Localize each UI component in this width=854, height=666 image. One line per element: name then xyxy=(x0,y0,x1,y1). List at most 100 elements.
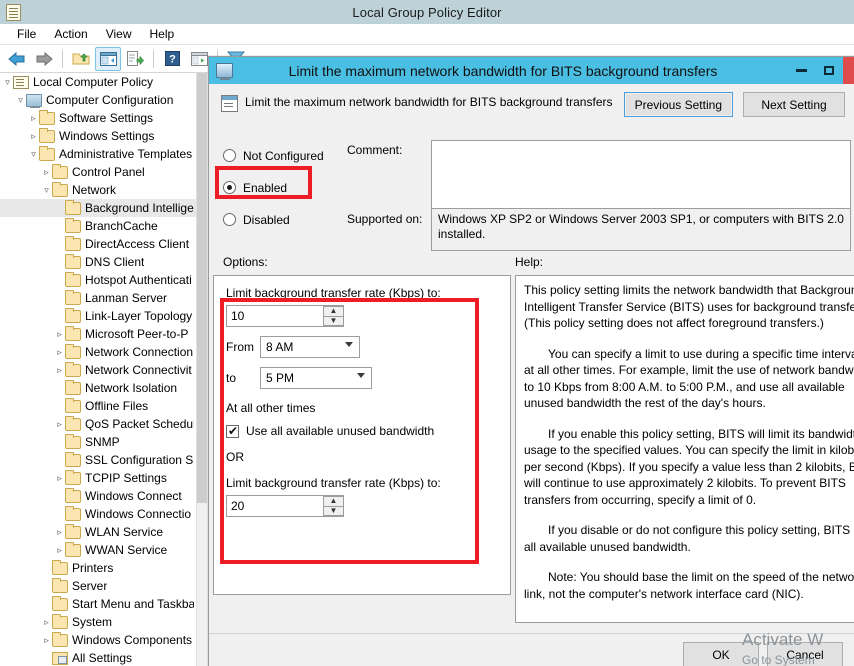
tree-node[interactable]: Network xyxy=(0,181,196,199)
tree-node[interactable]: WLAN Service xyxy=(0,523,196,541)
to-time-select[interactable]: 5 PM xyxy=(260,367,372,389)
tree-node[interactable]: Background Intelligen xyxy=(0,199,196,217)
tree-node[interactable]: Windows Connect xyxy=(0,487,196,505)
limit-rate-spinner-1-buttons[interactable]: ▲ ▼ xyxy=(323,306,343,326)
limit-rate-spinner-2[interactable]: ▲ ▼ xyxy=(226,495,344,517)
minimize-button[interactable] xyxy=(787,57,815,84)
allsettings-icon xyxy=(52,651,68,665)
expander-closed-icon[interactable] xyxy=(54,366,65,375)
next-setting-button[interactable]: Next Setting xyxy=(743,92,845,117)
tree-node[interactable]: Control Panel xyxy=(0,163,196,181)
tree-node[interactable]: SSL Configuration S xyxy=(0,451,196,469)
cancel-button[interactable]: Cancel xyxy=(767,642,843,666)
help-paragraph: This policy setting limits the network b… xyxy=(524,283,854,330)
expander-closed-icon[interactable] xyxy=(28,132,39,141)
expander-closed-icon[interactable] xyxy=(54,528,65,537)
tree-node[interactable]: Network Connection xyxy=(0,343,196,361)
expander-closed-icon[interactable] xyxy=(41,618,52,627)
tree-node-label: Network Isolation xyxy=(85,381,178,395)
expander-open-icon[interactable] xyxy=(28,150,39,159)
comment-input[interactable] xyxy=(431,140,851,210)
tree-node[interactable]: Network Isolation xyxy=(0,379,196,397)
spinner-down-icon[interactable]: ▼ xyxy=(323,505,343,516)
menu-bar: File Action View Help xyxy=(0,24,854,45)
policy-icon xyxy=(221,95,238,112)
expander-open-icon[interactable] xyxy=(2,78,13,87)
tree-node[interactable]: Network Connectivit xyxy=(0,361,196,379)
tree-node[interactable]: Software Settings xyxy=(0,109,196,127)
tree-node[interactable]: QoS Packet Schedul xyxy=(0,415,196,433)
tree-node-label: TCPIP Settings xyxy=(85,471,167,485)
ok-button[interactable]: OK xyxy=(683,642,759,666)
tree-node[interactable]: Hotspot Authenticati xyxy=(0,271,196,289)
tree-node[interactable]: TCPIP Settings xyxy=(0,469,196,487)
tree-node[interactable]: Lanman Server xyxy=(0,289,196,307)
tree-scrollbar-thumb[interactable] xyxy=(197,73,207,503)
spinner-down-icon[interactable]: ▼ xyxy=(323,315,343,326)
tree-node[interactable]: Administrative Templates xyxy=(0,145,196,163)
expander-closed-icon[interactable] xyxy=(28,114,39,123)
expander-open-icon[interactable] xyxy=(41,186,52,195)
tree-node[interactable]: BranchCache xyxy=(0,217,196,235)
tree-node-label: Local Computer Policy xyxy=(33,75,154,89)
expander-closed-icon[interactable] xyxy=(41,168,52,177)
limit-rate-spinner-2-buttons[interactable]: ▲ ▼ xyxy=(323,496,343,516)
tree-node[interactable]: All Settings xyxy=(0,649,196,666)
tree-node[interactable]: Offline Files xyxy=(0,397,196,415)
expander-open-icon[interactable] xyxy=(15,96,26,105)
forward-icon[interactable] xyxy=(31,47,57,71)
menu-view[interactable]: View xyxy=(97,25,141,43)
dialog-footer: OK Cancel xyxy=(209,633,854,666)
expander-closed-icon[interactable] xyxy=(54,546,65,555)
expander-closed-icon[interactable] xyxy=(54,420,65,429)
menu-action[interactable]: Action xyxy=(45,25,96,43)
folder-icon xyxy=(65,397,81,413)
menu-file[interactable]: File xyxy=(8,25,45,43)
maximize-button[interactable] xyxy=(815,57,843,84)
limit-rate-spinner-1[interactable]: ▲ ▼ xyxy=(226,305,344,327)
tree-node[interactable]: Server xyxy=(0,577,196,595)
tree-node[interactable]: Link-Layer Topology xyxy=(0,307,196,325)
limit-rate-input-1[interactable] xyxy=(227,307,319,325)
tree-node[interactable]: Windows Connectio xyxy=(0,505,196,523)
tree-node[interactable]: System xyxy=(0,613,196,631)
spinner-up-icon[interactable]: ▲ xyxy=(323,496,343,506)
show-hide-tree-icon[interactable] xyxy=(95,46,121,71)
tree-node[interactable]: Start Menu and Taskba xyxy=(0,595,196,613)
tree-node-label: Lanman Server xyxy=(85,291,168,305)
tree-node[interactable]: WWAN Service xyxy=(0,541,196,559)
tree-scrollbar[interactable] xyxy=(196,73,207,666)
limit-rate-input-2[interactable] xyxy=(227,497,319,515)
spinner-up-icon[interactable]: ▲ xyxy=(323,306,343,316)
tree-node-label: QoS Packet Schedul xyxy=(85,417,194,431)
export-list-icon[interactable] xyxy=(122,47,148,71)
tree-node[interactable]: Windows Settings xyxy=(0,127,196,145)
tree-node[interactable]: Computer Configuration xyxy=(0,91,196,109)
tree-node-label: Offline Files xyxy=(85,399,149,413)
expander-closed-icon[interactable] xyxy=(54,474,65,483)
radio-enabled[interactable]: Enabled xyxy=(223,176,383,199)
expander-closed-icon[interactable] xyxy=(54,348,65,357)
tree-node[interactable]: Windows Components xyxy=(0,631,196,649)
back-icon[interactable] xyxy=(4,47,30,71)
tree-node[interactable]: Microsoft Peer-to-P xyxy=(0,325,196,343)
help-panel[interactable]: This policy setting limits the network b… xyxy=(515,275,854,623)
use-all-bandwidth-checkbox-row[interactable]: Use all available unused bandwidth xyxy=(226,424,498,438)
folder-icon xyxy=(65,433,81,449)
help-icon[interactable]: ? xyxy=(159,47,185,71)
policy-tree[interactable]: Local Computer Policy Computer Configurat… xyxy=(0,73,196,666)
from-time-select[interactable]: 8 AM xyxy=(260,336,360,358)
tree-node[interactable]: SNMP xyxy=(0,433,196,451)
up-folder-icon[interactable] xyxy=(68,47,94,71)
close-button[interactable] xyxy=(843,57,854,84)
previous-setting-button[interactable]: Previous Setting xyxy=(623,92,733,117)
tree-node[interactable]: Local Computer Policy xyxy=(0,73,196,91)
expander-closed-icon[interactable] xyxy=(41,636,52,645)
menu-help[interactable]: Help xyxy=(141,25,184,43)
tree-node[interactable]: DirectAccess Client xyxy=(0,235,196,253)
use-all-bandwidth-checkbox[interactable] xyxy=(226,424,239,438)
tree-node-label: DirectAccess Client xyxy=(85,237,190,251)
expander-closed-icon[interactable] xyxy=(54,330,65,339)
tree-node[interactable]: DNS Client xyxy=(0,253,196,271)
tree-node[interactable]: Printers xyxy=(0,559,196,577)
